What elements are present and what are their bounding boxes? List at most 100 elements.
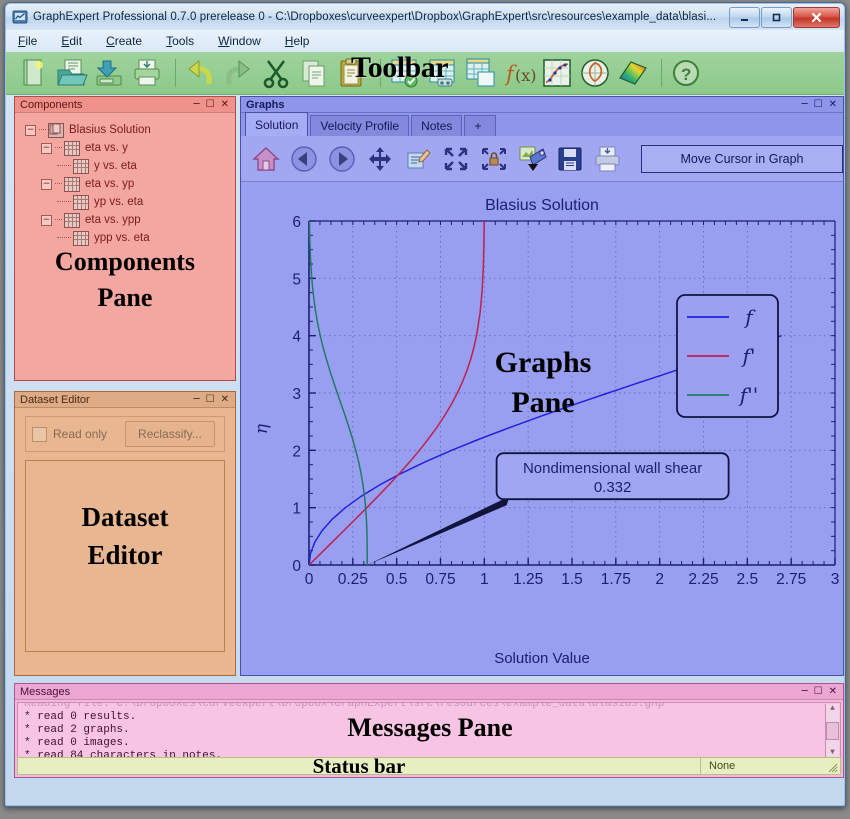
svg-text:2.75: 2.75 [776,571,806,588]
menu-create[interactable]: Create [104,33,144,49]
print-graph-icon[interactable] [593,144,623,174]
save-icon[interactable] [92,56,126,90]
graphs-minimize-icon[interactable]: ─ [802,99,808,110]
expander-icon[interactable]: − [41,142,52,154]
toolbar-overlay-label: Toolbar [351,51,449,84]
zoom-fit-icon[interactable] [441,144,471,174]
help-icon[interactable]: ? [669,56,703,90]
svg-text:0.75: 0.75 [425,571,455,588]
svg-text:0: 0 [292,558,301,575]
solution-icon [48,122,64,138]
menu-help[interactable]: Help [283,33,312,49]
graphs-pane-titlebar: Graphs ─ ☐ ✕ [241,97,843,113]
tab-solution[interactable]: Solution [245,112,309,136]
svg-text:2: 2 [292,443,301,460]
dataset-maximize-icon[interactable]: ☐ [206,394,215,405]
cursor-mode-button[interactable]: Move Cursor in Graph [641,144,843,173]
menu-window[interactable]: Window [216,33,263,49]
components-maximize-icon[interactable]: ☐ [206,99,215,110]
svg-text:2.5: 2.5 [737,571,759,588]
edit-annotation-icon[interactable] [403,144,433,174]
components-minimize-icon[interactable]: ─ [194,99,200,110]
pan-move-icon[interactable] [365,144,395,174]
undo-icon[interactable] [183,56,217,90]
tab-velocity-profile[interactable]: Velocity Profile [310,115,410,136]
tree-item-blasius-solution[interactable]: − Blasius Solution [21,121,231,139]
plot-canvas[interactable]: 0 0.25 0.5 0.75 1 1.25 1.5 1.75 2 2.25 2.5 2.75 3 0 1 2… [241,183,843,675]
plot-y-axis-label: η [252,423,273,435]
new-file-icon[interactable] [16,56,50,90]
tree-item-label: eta vs. y [85,142,128,154]
svg-text:Nondimensional wall shear: Nondimensional wall shear [523,460,702,477]
tree-item-label: eta vs. ypp [85,214,141,226]
read-only-label: Read only [53,427,108,441]
tree-item-label: ypp vs. eta [94,232,150,244]
messages-maximize-icon[interactable]: ☐ [814,686,823,697]
resize-grip-icon[interactable] [828,763,838,773]
svg-text:0: 0 [305,571,314,588]
tree-item-eta-vs-ypp[interactable]: − eta vs. ypp [21,211,231,229]
svg-text:(x): (x) [515,66,536,85]
svg-text:4: 4 [292,329,301,346]
curve-fit-icon[interactable] [540,56,574,90]
status-bar: Status bar None [17,753,841,778]
grid-icon [73,194,89,210]
components-pane-title: Components [20,98,83,111]
message-line: Reading file: C:\Dropboxes\curveexpert\D… [24,702,665,710]
reclassify-button[interactable]: Reclassify... [125,421,215,447]
cut-scissors-icon[interactable] [259,56,293,90]
status-overlay-label: Status bar [312,753,406,778]
tree-item-yp-vs-eta[interactable]: yp vs. eta [21,193,231,211]
home-icon[interactable] [251,144,281,174]
expander-icon[interactable]: − [41,178,52,190]
minimize-button[interactable] [729,6,760,28]
tree-item-eta-vs-yp[interactable]: − eta vs. yp [21,175,231,193]
back-arrow-icon[interactable] [289,144,319,174]
svg-text:2.25: 2.25 [688,571,718,588]
redo-icon[interactable] [221,56,255,90]
menu-tools[interactable]: Tools [164,33,196,49]
dataset-minimize-icon[interactable]: ─ [194,394,200,405]
surface-plot-icon[interactable] [616,56,650,90]
messages-minimize-icon[interactable]: ─ [802,686,808,697]
image-tag-icon[interactable] [517,144,547,174]
messages-close-icon[interactable]: ✕ [829,686,837,697]
tree-item-ypp-vs-eta[interactable]: ypp vs. eta [21,229,231,247]
tree-item-eta-vs-y[interactable]: − eta vs. y [21,139,231,157]
menu-edit[interactable]: Edit [59,33,84,49]
read-only-checkbox[interactable] [32,426,47,442]
function-fx-icon[interactable]: f (x) [502,56,537,90]
grid-icon [64,176,80,192]
copy-icon[interactable] [297,56,331,90]
messages-pane-titlebar: Messages ─ ☐ ✕ [15,684,843,700]
tree-item-label: eta vs. yp [85,178,135,190]
expander-icon[interactable]: − [41,214,52,226]
grid-icon [73,158,89,174]
application-window: GraphExpert Professional 0.7.0 prereleas… [4,2,846,807]
dataset-editor-pane: Dataset Editor ─ ☐ ✕ Read only Reclassif… [14,391,236,676]
expander-icon[interactable]: − [25,124,36,136]
polar-plot-icon[interactable] [578,56,612,90]
plot-area[interactable]: Blasius Solution η Solution Value 0 0.25 0… [241,183,843,675]
dataset-table-icon[interactable] [464,56,498,90]
open-folder-icon[interactable] [54,56,88,90]
zoom-lock-icon[interactable] [479,144,509,174]
tab-notes[interactable]: Notes [411,115,463,136]
tab-add-new[interactable]: + [464,115,497,136]
save-graph-icon[interactable] [555,144,585,174]
svg-text:0.25: 0.25 [338,571,368,588]
menu-file[interactable]: File [16,33,39,49]
scroll-up-icon[interactable]: ▲ [830,704,835,714]
print-icon[interactable] [130,56,164,90]
dataset-close-icon[interactable]: ✕ [221,394,229,405]
plot-title: Blasius Solution [485,197,599,214]
maximize-button[interactable] [761,6,792,28]
graphs-maximize-icon[interactable]: ☐ [814,99,823,110]
close-button[interactable] [793,6,840,28]
graphs-close-icon[interactable]: ✕ [829,99,837,110]
dataset-pane-titlebar: Dataset Editor ─ ☐ ✕ [15,392,235,408]
tree-item-y-vs-eta[interactable]: y vs. eta [21,157,231,175]
components-close-icon[interactable]: ✕ [221,99,229,110]
forward-arrow-icon[interactable] [327,144,357,174]
toolbar-separator [661,59,662,87]
